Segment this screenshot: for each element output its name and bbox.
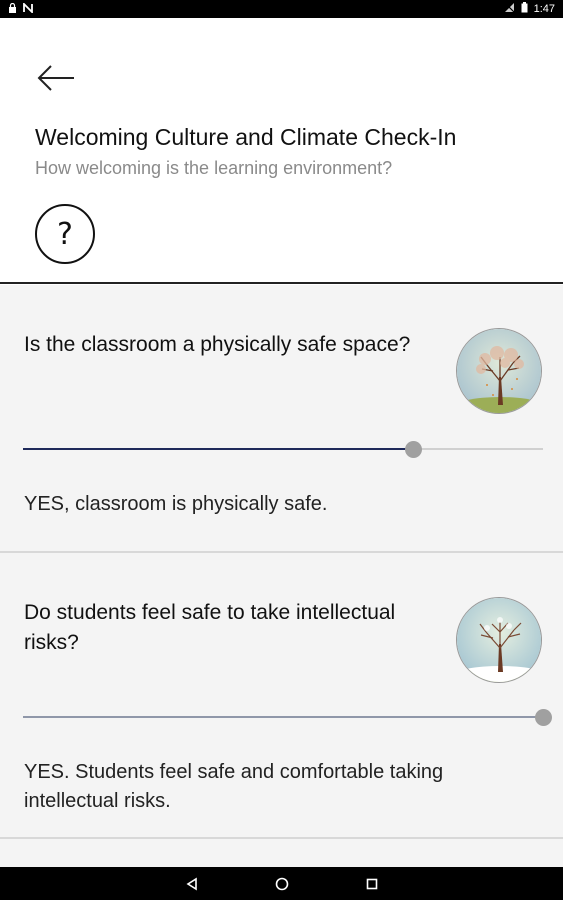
question-mark-icon: ? bbox=[57, 216, 73, 252]
question-card: Do students feel safe to take intellectu… bbox=[0, 553, 563, 839]
nav-recents-button[interactable] bbox=[362, 874, 382, 894]
winter-tree-icon bbox=[456, 597, 542, 683]
question-card: Is the classroom a physically safe space… bbox=[0, 285, 563, 553]
nav-back-button[interactable] bbox=[182, 874, 202, 894]
questions-list[interactable]: Is the classroom a physically safe space… bbox=[0, 285, 563, 867]
page-subtitle: How welcoming is the learning environmen… bbox=[35, 158, 393, 178]
header: Welcoming Culture and Climate Check-In H… bbox=[0, 18, 563, 284]
status-right: 1:47 bbox=[504, 2, 555, 16]
rating-slider[interactable] bbox=[23, 707, 552, 727]
navigation-bar bbox=[0, 867, 563, 900]
answer-text: YES, classroom is physically safe. bbox=[24, 493, 328, 515]
slider-fill bbox=[23, 448, 413, 450]
nav-home-button[interactable] bbox=[272, 874, 292, 894]
question-text: Is the classroom a physically safe space… bbox=[24, 333, 411, 356]
back-button[interactable] bbox=[34, 60, 78, 96]
status-bar: 1:47 bbox=[0, 0, 563, 18]
help-button[interactable]: ? bbox=[35, 204, 95, 264]
autumn-tree-icon bbox=[456, 328, 542, 414]
square-recents-icon bbox=[366, 878, 377, 889]
lock-notification-icon bbox=[8, 2, 17, 16]
status-left bbox=[8, 1, 33, 16]
slider-thumb[interactable] bbox=[535, 709, 552, 726]
status-time: 1:47 bbox=[533, 3, 555, 15]
slider-fill bbox=[23, 716, 543, 718]
battery-icon bbox=[521, 2, 528, 16]
no-signal-icon bbox=[504, 2, 515, 16]
rating-slider[interactable] bbox=[23, 439, 543, 459]
question-text: Do students feel safe to take intellectu… bbox=[24, 601, 396, 654]
n-notification-icon bbox=[23, 1, 33, 16]
answer-text: YES. Students feel safe and comfortable … bbox=[24, 761, 444, 812]
triangle-back-icon bbox=[185, 877, 197, 890]
slider-thumb[interactable] bbox=[405, 441, 422, 458]
back-arrow-icon bbox=[37, 65, 74, 91]
circle-home-icon bbox=[275, 877, 288, 890]
page-title: Welcoming Culture and Climate Check-In bbox=[35, 124, 457, 150]
